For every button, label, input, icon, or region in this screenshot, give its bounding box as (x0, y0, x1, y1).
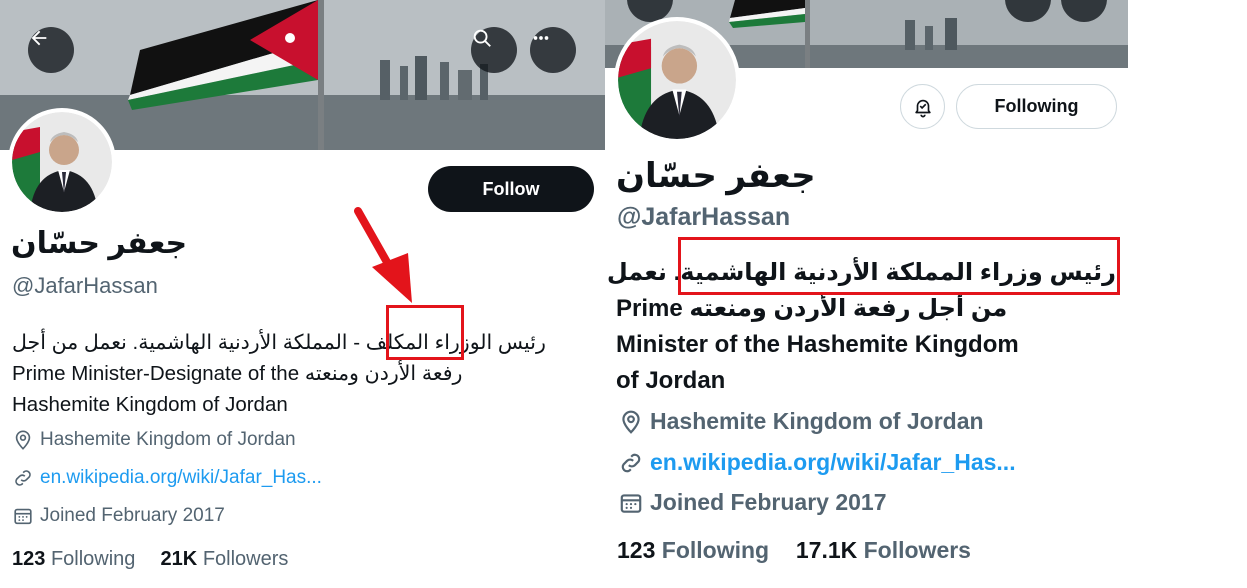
followers-link[interactable]: 17.1K Followers (796, 537, 971, 563)
following-link[interactable]: 123 Following (617, 537, 769, 563)
annotation-arrow-icon (354, 207, 412, 303)
username: @JafarHassan (12, 273, 158, 298)
website-link[interactable]: en.wikipedia.org/wiki/Jafar_Has... (40, 467, 322, 489)
follow-stats: 123 Following 17.1K Followers (617, 537, 971, 564)
location-row: Hashemite Kingdom of Jordan (12, 429, 296, 451)
following-label: Following (50, 548, 136, 570)
website-row: en.wikipedia.org/wiki/Jafar_Has... (12, 467, 322, 489)
bio-line-1: رئيس وزراء المملكة الأردنية الهاشمية. نع… (607, 255, 1116, 291)
back-button[interactable] (28, 27, 74, 73)
bio-line-3: Minister of the Hashemite Kingdom (616, 331, 1019, 358)
display-name: جعفر حسّان (616, 157, 816, 195)
bio-text: من أجل رفعة الأردن ومنعته (689, 295, 1008, 322)
following-label: Following (661, 537, 770, 563)
bio-text: رئيس الوزراء (434, 331, 546, 354)
search-button[interactable] (471, 27, 517, 73)
bio-line-3: Hashemite Kingdom of Jordan (12, 393, 288, 416)
bio: رئيس وزراء المملكة الأردنية الهاشمية. نع… (607, 255, 1116, 399)
bio-line-1: رئيس الوزراء المكلف - المملكة الأردنية ا… (12, 327, 592, 358)
website-row: en.wikipedia.org/wiki/Jafar_Has... (618, 449, 1016, 476)
avatar[interactable] (8, 108, 116, 216)
follow-stats: 123 Following 21K Followers (12, 548, 288, 571)
bio-text: Prime (616, 295, 683, 322)
more-button[interactable] (530, 27, 576, 73)
bio-text: نعمل (606, 259, 667, 286)
following-link[interactable]: 123 Following (12, 548, 135, 570)
follow-button[interactable]: Follow (428, 166, 594, 212)
location-text: Hashemite Kingdom of Jordan (40, 429, 296, 450)
joined-row: Joined February 2017 (618, 489, 887, 516)
avatar-photo (12, 112, 112, 212)
link-icon (15, 470, 31, 486)
bio: رئيس الوزراء المكلف - المملكة الأردنية ا… (12, 327, 592, 420)
joined-date: Joined February 2017 (650, 489, 887, 515)
followers-label: Followers (202, 548, 289, 570)
username: @JafarHassan (617, 203, 791, 231)
bio-highlight-text: رئيس وزراء المملكة الأردنية الهاشمية. (673, 259, 1116, 286)
avatar-photo (618, 21, 736, 139)
notifications-button[interactable] (900, 84, 945, 129)
arrow-left-icon (31, 30, 47, 46)
bell-icon (914, 99, 931, 117)
calendar-icon (14, 508, 32, 525)
followers-label: Followers (863, 537, 971, 563)
calendar-icon (620, 493, 642, 513)
bio-line-4: of Jordan (616, 367, 726, 394)
location-pin-icon (15, 430, 31, 450)
joined-date: Joined February 2017 (40, 505, 225, 526)
followers-count: 17.1K (795, 537, 858, 563)
profile-current: Follow جعفر حسّان @JafarHassan رئيس الوز… (0, 0, 605, 588)
followers-count: 21K (160, 548, 198, 570)
bio-text: Prime Minister-Designate of the (12, 362, 300, 385)
more-horizontal-icon (533, 36, 549, 40)
profile-previous: Following جعفر حسّان @JafarHassan رئيس و… (605, 0, 1247, 588)
link-icon (621, 453, 641, 472)
location-pin-icon (622, 410, 640, 434)
website-link[interactable]: en.wikipedia.org/wiki/Jafar_Has... (650, 449, 1016, 476)
followers-link[interactable]: 21K Followers (161, 548, 289, 570)
location-row: Hashemite Kingdom of Jordan (618, 408, 984, 435)
following-count: 123 (617, 537, 656, 563)
bio-line-2: Prime Minister-Designate of the رفعة الأ… (12, 358, 592, 389)
display-name: جعفر حسّان (11, 227, 188, 260)
bio-highlight-text: المكلف (365, 331, 429, 354)
search-icon (473, 29, 491, 47)
following-button[interactable]: Following (956, 84, 1117, 129)
following-count: 123 (12, 548, 46, 570)
bio-line-2: Prime من أجل رفعة الأردن ومنعته (616, 291, 1116, 327)
location-text: Hashemite Kingdom of Jordan (650, 408, 984, 434)
bio-text: - المملكة الأردنية الهاشمية. نعمل من أجل (12, 331, 361, 354)
avatar[interactable] (614, 17, 740, 143)
joined-row: Joined February 2017 (12, 505, 225, 527)
bio-text: رفعة الأردن ومنعته (304, 362, 463, 385)
